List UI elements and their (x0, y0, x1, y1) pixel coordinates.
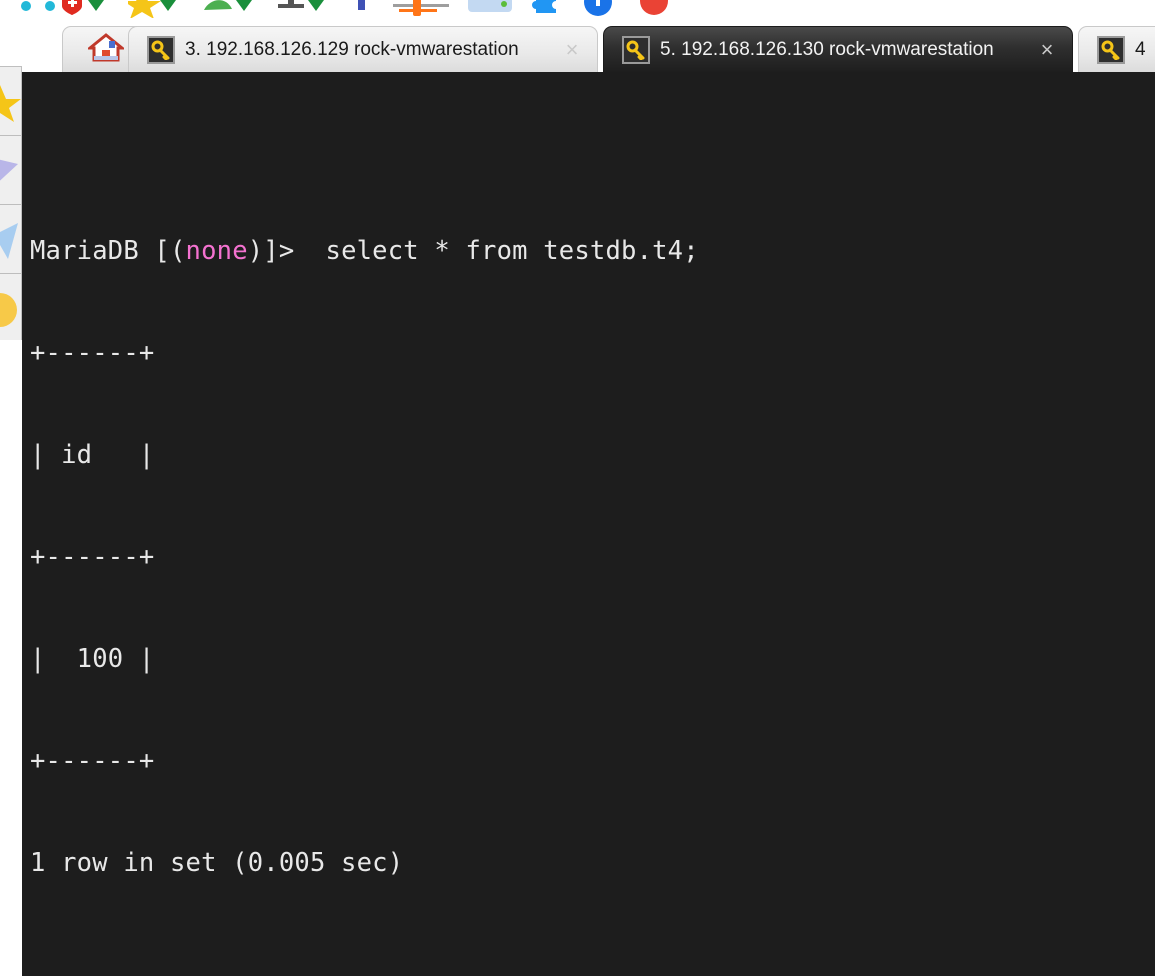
tab-close-button[interactable]: × (559, 39, 585, 61)
dots-icon[interactable] (18, 0, 62, 18)
info-circle-icon[interactable] (580, 0, 620, 18)
slider-icon[interactable] (393, 0, 453, 18)
prompt-prefix: MariaDB [( (30, 236, 186, 266)
table-border-mid: +------+ (30, 540, 1155, 574)
battery-icon[interactable] (468, 0, 518, 18)
sidebar-item-circle[interactable] (0, 274, 21, 340)
terminal-command: select * from testdb.t4; (294, 236, 698, 266)
prompt-database: none (186, 236, 248, 266)
table-border-top: +------+ (30, 336, 1155, 370)
tab-title: 5. 192.168.126.130 rock-vmwarestation (660, 39, 1034, 61)
tab-close-button[interactable]: × (1034, 39, 1060, 61)
terminal-content: MariaDB [(none)]> select * from testdb.t… (22, 72, 1155, 976)
puzzle-icon[interactable] (530, 0, 562, 18)
key-icon (1097, 36, 1125, 64)
browser-toolbar-strip (0, 0, 1155, 18)
table-header-row: | id | (30, 438, 1155, 472)
left-sidebar-strip (0, 66, 22, 340)
tab-session-4[interactable]: 4 (1078, 26, 1155, 72)
record-circle-icon[interactable] (636, 0, 676, 18)
table-data-row: | 100 | (30, 642, 1155, 676)
terminal-prompt-line: MariaDB [(none)]> select * from testdb.t… (30, 234, 1155, 268)
tab-bar: 3. 192.168.126.129 rock-vmwarestation × … (0, 18, 1155, 72)
bar-icon[interactable] (353, 0, 371, 18)
table-border-bottom: +------+ (30, 744, 1155, 778)
key-icon (147, 36, 175, 64)
blank-line (30, 948, 1155, 976)
sidebar-item-star[interactable] (0, 67, 21, 136)
key-icon (622, 36, 650, 64)
terminal-pane[interactable]: MariaDB [(none)]> select * from testdb.t… (22, 72, 1155, 976)
star-dropdown-icon[interactable] (128, 0, 182, 18)
sidebar-item-flag[interactable] (0, 136, 21, 205)
tab-title: 3. 192.168.126.129 rock-vmwarestation (185, 39, 559, 61)
prompt-suffix: )]> (248, 236, 295, 266)
anchor-dropdown-icon[interactable] (276, 0, 330, 18)
home-icon (88, 32, 124, 67)
shape-dropdown-icon[interactable] (204, 0, 258, 18)
tab-session-5[interactable]: 5. 192.168.126.130 rock-vmwarestation × (603, 26, 1073, 72)
result-status: 1 row in set (0.005 sec) (30, 846, 1155, 880)
tab-title: 4 (1135, 39, 1155, 61)
sidebar-item-arrow[interactable] (0, 205, 21, 274)
shield-plus-dropdown-icon[interactable] (60, 0, 110, 18)
tab-session-3[interactable]: 3. 192.168.126.129 rock-vmwarestation × (128, 26, 598, 72)
